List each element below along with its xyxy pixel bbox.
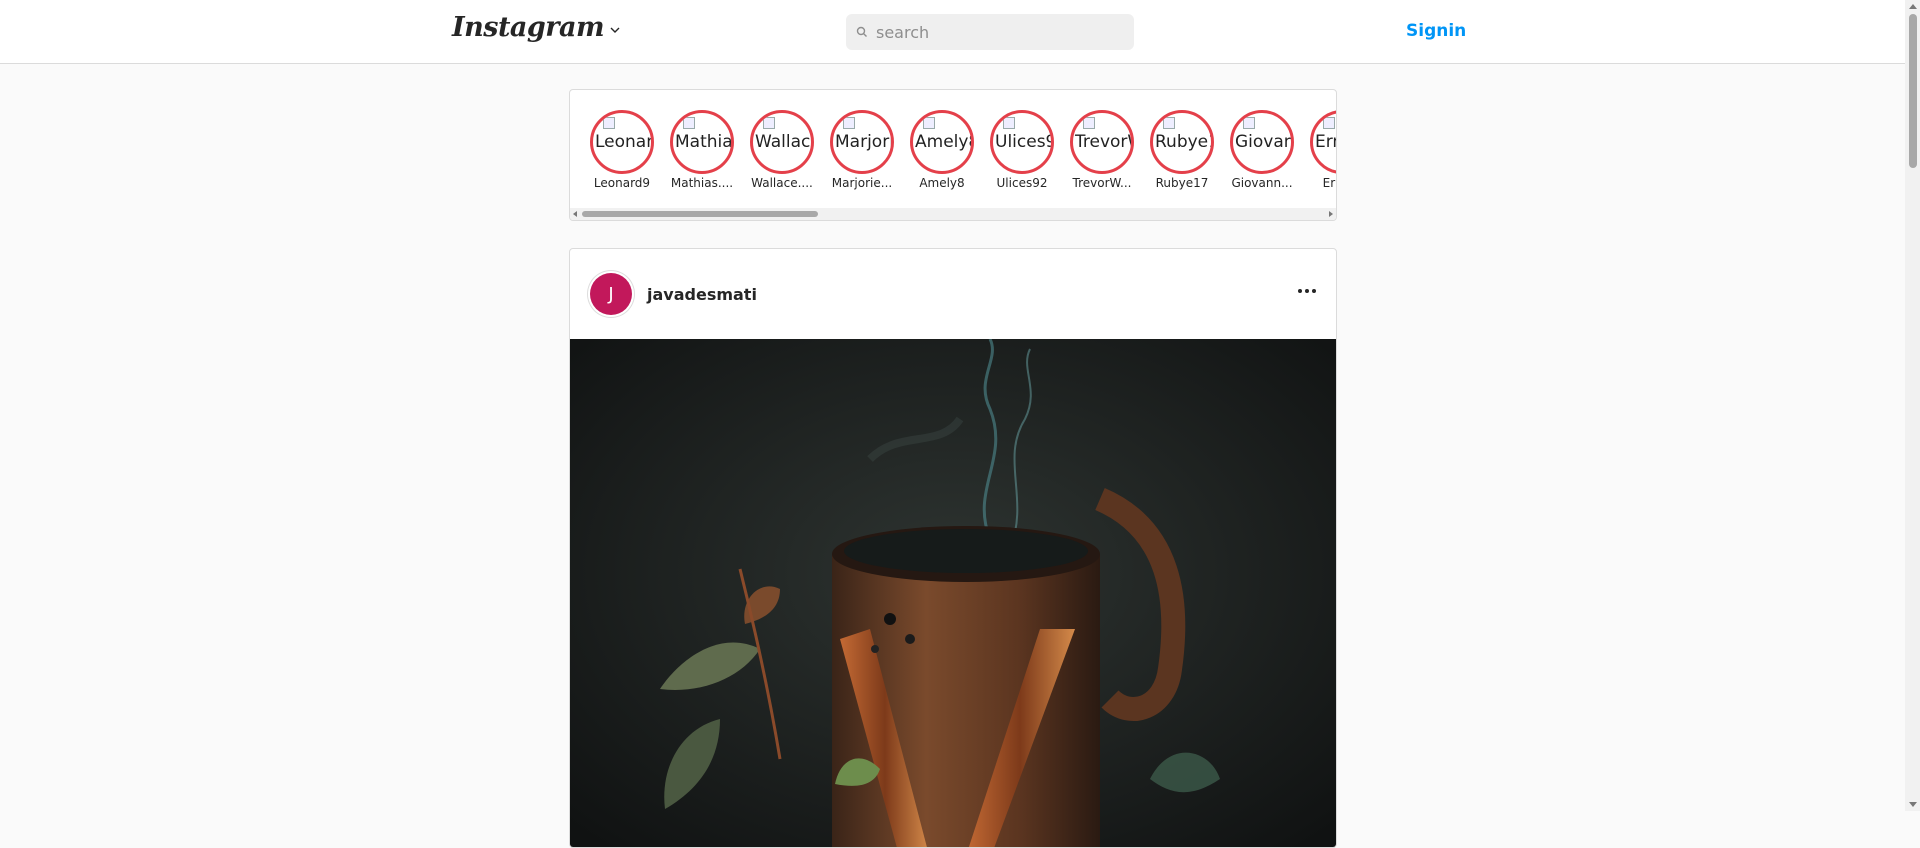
story-avatar-alt: Giovanni — [1235, 132, 1291, 152]
story-avatar-ring[interactable]: Marjorie — [830, 110, 894, 174]
avatar[interactable]: J — [590, 273, 632, 315]
story-username[interactable]: Ulices92 — [985, 176, 1059, 190]
broken-image-icon — [843, 117, 855, 129]
story-avatar-alt: Ulices92 — [995, 132, 1051, 152]
story-username[interactable]: Erna... — [1305, 176, 1336, 190]
post-card: J javadesmati — [569, 248, 1337, 848]
story-avatar-ring[interactable]: TrevorW — [1070, 110, 1134, 174]
stories-tray: Leonard9Leonard9MathiasMathias....Wallac… — [569, 89, 1337, 221]
story-avatar-alt: Amely8 — [915, 132, 971, 152]
instagram-logo[interactable]: Instagram — [452, 12, 622, 43]
broken-image-icon — [1083, 117, 1095, 129]
search-icon — [856, 26, 867, 37]
broken-image-icon — [603, 117, 615, 129]
stories-row: Leonard9Leonard9MathiasMathias....Wallac… — [590, 110, 1336, 190]
story-avatar-ring[interactable]: Erna — [1310, 110, 1336, 174]
page-scroll-thumb[interactable] — [1909, 14, 1917, 168]
post-header: J javadesmati — [570, 249, 1336, 339]
story-avatar-ring[interactable]: Ulices92 — [990, 110, 1054, 174]
story-avatar-ring[interactable]: Giovanni — [1230, 110, 1294, 174]
story-username[interactable]: Amely8 — [905, 176, 979, 190]
story-username[interactable]: Marjorie... — [825, 176, 899, 190]
post-image[interactable] — [570, 339, 1337, 848]
stories-scroll-thumb[interactable] — [582, 211, 818, 217]
story-username[interactable]: Leonard9 — [585, 176, 659, 190]
story-avatar-alt: Marjorie — [835, 132, 891, 152]
story-username[interactable]: Mathias.... — [665, 176, 739, 190]
story-username[interactable]: Rubye17 — [1145, 176, 1219, 190]
broken-image-icon — [923, 117, 935, 129]
story-username[interactable]: Giovann... — [1225, 176, 1299, 190]
scroll-up-arrow[interactable] — [1909, 4, 1917, 9]
story-item[interactable]: GiovanniGiovann... — [1230, 110, 1294, 190]
story-item[interactable]: Amely8Amely8 — [910, 110, 974, 190]
story-avatar-alt: Erna — [1315, 132, 1336, 152]
more-options-icon[interactable] — [1298, 289, 1316, 293]
search-box[interactable] — [846, 14, 1134, 50]
stories-scrollbar[interactable] — [570, 208, 1336, 220]
story-avatar-alt: Rubye17 — [1155, 132, 1211, 152]
story-avatar-alt: Wallace — [755, 132, 811, 152]
search-input[interactable] — [876, 22, 1116, 42]
story-item[interactable]: Leonard9Leonard9 — [590, 110, 654, 190]
page-scrollbar[interactable] — [1905, 0, 1920, 811]
story-avatar-ring[interactable]: Wallace — [750, 110, 814, 174]
broken-image-icon — [763, 117, 775, 129]
story-item[interactable]: Rubye17Rubye17 — [1150, 110, 1214, 190]
broken-image-icon — [1163, 117, 1175, 129]
story-avatar-ring[interactable]: Leonard9 — [590, 110, 654, 174]
broken-image-icon — [1243, 117, 1255, 129]
signin-link[interactable]: Signin — [1406, 21, 1466, 41]
logo-text: Instagram — [452, 12, 605, 43]
story-avatar-alt: Leonard9 — [595, 132, 651, 152]
story-avatar-ring[interactable]: Rubye17 — [1150, 110, 1214, 174]
story-avatar-alt: Mathias — [675, 132, 731, 152]
scroll-left-arrow[interactable] — [573, 211, 577, 217]
story-avatar-ring[interactable]: Mathias — [670, 110, 734, 174]
scroll-down-arrow[interactable] — [1909, 802, 1917, 807]
scroll-right-arrow[interactable] — [1329, 211, 1333, 217]
story-item[interactable]: MathiasMathias.... — [670, 110, 734, 190]
story-avatar-ring[interactable]: Amely8 — [910, 110, 974, 174]
chevron-down-icon[interactable] — [608, 23, 622, 37]
post-username[interactable]: javadesmati — [647, 285, 757, 304]
story-item[interactable]: Ulices92Ulices92 — [990, 110, 1054, 190]
broken-image-icon — [1003, 117, 1015, 129]
story-username[interactable]: Wallace.... — [745, 176, 819, 190]
story-item[interactable]: WallaceWallace.... — [750, 110, 814, 190]
broken-image-icon — [683, 117, 695, 129]
top-nav-bar: Instagram Signin — [0, 0, 1905, 64]
broken-image-icon — [1323, 117, 1335, 129]
story-item[interactable]: ErnaErna... — [1310, 110, 1336, 190]
story-avatar-alt: TrevorW — [1075, 132, 1131, 152]
story-item[interactable]: TrevorWTrevorW... — [1070, 110, 1134, 190]
story-username[interactable]: TrevorW... — [1065, 176, 1139, 190]
story-item[interactable]: MarjorieMarjorie... — [830, 110, 894, 190]
